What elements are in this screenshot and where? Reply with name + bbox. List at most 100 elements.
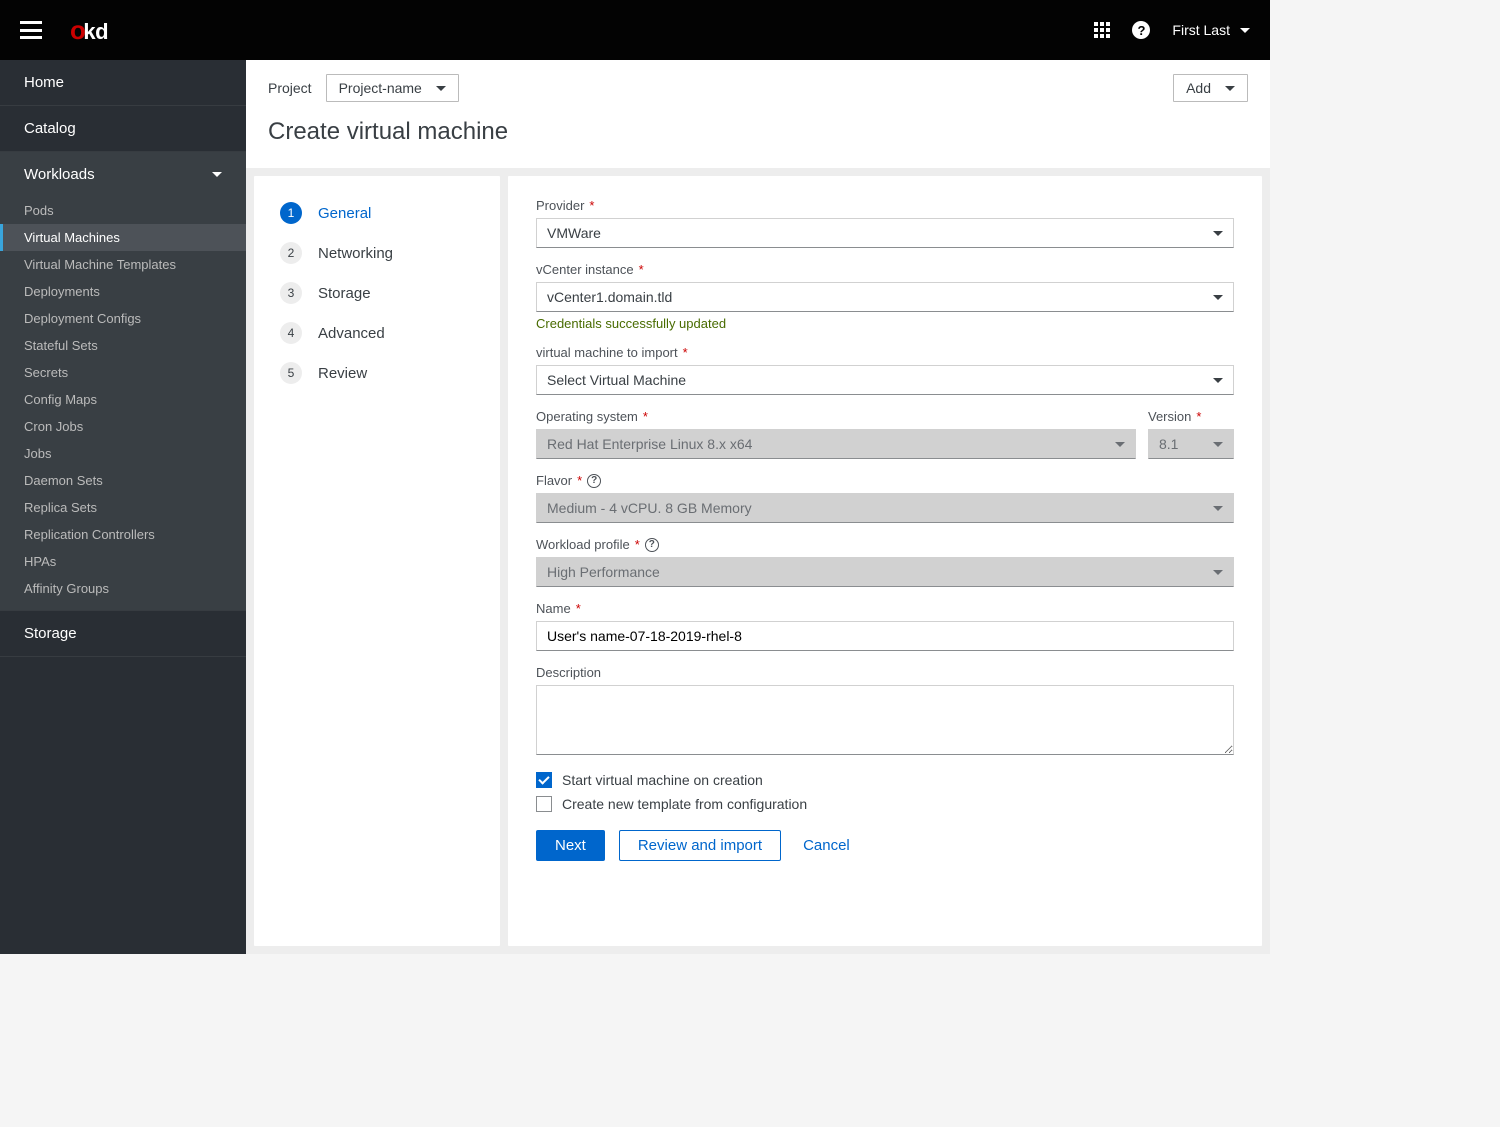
sidebar-sub-jobs[interactable]: Jobs (0, 440, 246, 467)
project-selector[interactable]: Project-name (326, 74, 459, 102)
chevron-down-icon (1213, 506, 1223, 511)
provider-field: Provider * VMWare (536, 198, 1234, 248)
menu-toggle-button[interactable] (20, 21, 42, 39)
sidebar-sub-hpas[interactable]: HPAs (0, 548, 246, 575)
apps-icon[interactable] (1094, 22, 1110, 38)
step-number: 3 (280, 282, 302, 304)
vm-import-label: virtual machine to import (536, 345, 678, 360)
info-icon[interactable]: ? (587, 474, 601, 488)
wizard-step-storage[interactable]: 3 Storage (280, 282, 474, 304)
sidebar-item-home[interactable]: Home (0, 60, 246, 106)
vcenter-label: vCenter instance (536, 262, 634, 277)
project-bar: Project Project-name Add (246, 60, 1270, 102)
cancel-button[interactable]: Cancel (795, 831, 858, 860)
step-label: Storage (318, 285, 371, 302)
wizard-step-advanced[interactable]: 4 Advanced (280, 322, 474, 344)
name-label: Name (536, 601, 571, 616)
flavor-value: Medium - 4 vCPU. 8 GB Memory (547, 500, 752, 516)
description-field: Description (536, 665, 1234, 758)
sidebar-item-catalog[interactable]: Catalog (0, 106, 246, 152)
flavor-select[interactable]: Medium - 4 vCPU. 8 GB Memory (536, 493, 1234, 523)
step-label: Advanced (318, 325, 385, 342)
info-icon[interactable]: ? (645, 538, 659, 552)
required-icon: * (1196, 409, 1201, 424)
chevron-down-icon (436, 86, 446, 91)
step-number: 2 (280, 242, 302, 264)
sidebar-sub-affinity-groups[interactable]: Affinity Groups (0, 575, 246, 602)
start-on-creation-row: Start virtual machine on creation (536, 772, 1234, 788)
vcenter-select[interactable]: vCenter1.domain.tld (536, 282, 1234, 312)
vcenter-value: vCenter1.domain.tld (547, 289, 672, 305)
vm-import-select[interactable]: Select Virtual Machine (536, 365, 1234, 395)
user-menu[interactable]: First Last (1172, 22, 1250, 38)
sidebar: Home Catalog Workloads Pods Virtual Mach… (0, 60, 246, 954)
next-button[interactable]: Next (536, 830, 605, 861)
review-and-import-button[interactable]: Review and import (619, 830, 781, 861)
workload-profile-select[interactable]: High Performance (536, 557, 1234, 587)
add-button[interactable]: Add (1173, 74, 1248, 102)
form-actions: Next Review and import Cancel (536, 830, 1234, 861)
chevron-down-icon (1213, 295, 1223, 300)
sidebar-sub-cron-jobs[interactable]: Cron Jobs (0, 413, 246, 440)
chevron-down-icon (1213, 378, 1223, 383)
wizard-step-general[interactable]: 1 General (280, 202, 474, 224)
start-on-creation-label: Start virtual machine on creation (562, 772, 763, 788)
form-panel: Provider * VMWare vCenter instance * vCe… (508, 176, 1262, 946)
create-template-checkbox[interactable] (536, 796, 552, 812)
chevron-down-icon (1240, 28, 1250, 33)
workloads-subitems: Pods Virtual Machines Virtual Machine Te… (0, 197, 246, 610)
sidebar-sub-config-maps[interactable]: Config Maps (0, 386, 246, 413)
required-icon: * (577, 473, 582, 488)
start-on-creation-checkbox[interactable] (536, 772, 552, 788)
step-number: 5 (280, 362, 302, 384)
version-select[interactable]: 8.1 (1148, 429, 1234, 459)
sidebar-sub-daemon-sets[interactable]: Daemon Sets (0, 467, 246, 494)
os-select[interactable]: Red Hat Enterprise Linux 8.x x64 (536, 429, 1136, 459)
version-label: Version (1148, 409, 1191, 424)
provider-select[interactable]: VMWare (536, 218, 1234, 248)
chevron-down-icon (1213, 570, 1223, 575)
os-label: Operating system (536, 409, 638, 424)
help-icon[interactable]: ? (1132, 21, 1150, 39)
sidebar-item-label: Workloads (24, 166, 95, 183)
name-input[interactable] (536, 621, 1234, 651)
sidebar-sub-vm-templates[interactable]: Virtual Machine Templates (0, 251, 246, 278)
page-title: Create virtual machine (246, 102, 1270, 168)
sidebar-sub-deployment-configs[interactable]: Deployment Configs (0, 305, 246, 332)
main: Project Project-name Add Create virtual … (246, 60, 1270, 954)
sidebar-sub-secrets[interactable]: Secrets (0, 359, 246, 386)
sidebar-sub-replica-sets[interactable]: Replica Sets (0, 494, 246, 521)
sidebar-sub-deployments[interactable]: Deployments (0, 278, 246, 305)
sidebar-sub-stateful-sets[interactable]: Stateful Sets (0, 332, 246, 359)
wizard-step-review[interactable]: 5 Review (280, 362, 474, 384)
required-icon: * (576, 601, 581, 616)
sidebar-sub-vms[interactable]: Virtual Machines (0, 224, 246, 251)
project-name: Project-name (339, 80, 422, 96)
logo: o kd (70, 15, 108, 46)
wizard-step-networking[interactable]: 2 Networking (280, 242, 474, 264)
required-icon: * (643, 409, 648, 424)
version-value: 8.1 (1159, 436, 1178, 452)
flavor-label: Flavor (536, 473, 572, 488)
sidebar-item-workloads[interactable]: Workloads (0, 152, 246, 197)
name-field: Name * (536, 601, 1234, 651)
required-icon: * (639, 262, 644, 277)
description-label: Description (536, 665, 601, 680)
os-field: Operating system * Red Hat Enterprise Li… (536, 409, 1136, 459)
wizard-steps-panel: 1 General 2 Networking 3 Storage 4 Advan… (254, 176, 500, 946)
sidebar-item-storage[interactable]: Storage (0, 610, 246, 657)
chevron-down-icon (1213, 442, 1223, 447)
description-textarea[interactable] (536, 685, 1234, 755)
project-label: Project (268, 80, 312, 96)
version-field: Version * 8.1 (1148, 409, 1234, 459)
sidebar-sub-replication-controllers[interactable]: Replication Controllers (0, 521, 246, 548)
step-label: Review (318, 365, 367, 382)
content-area: 1 General 2 Networking 3 Storage 4 Advan… (246, 168, 1270, 954)
sidebar-sub-pods[interactable]: Pods (0, 197, 246, 224)
required-icon: * (589, 198, 594, 213)
chevron-down-icon (212, 172, 222, 177)
chevron-down-icon (1213, 231, 1223, 236)
logo-kd: kd (83, 19, 108, 45)
workload-profile-value: High Performance (547, 564, 660, 580)
vm-import-value: Select Virtual Machine (547, 372, 686, 388)
